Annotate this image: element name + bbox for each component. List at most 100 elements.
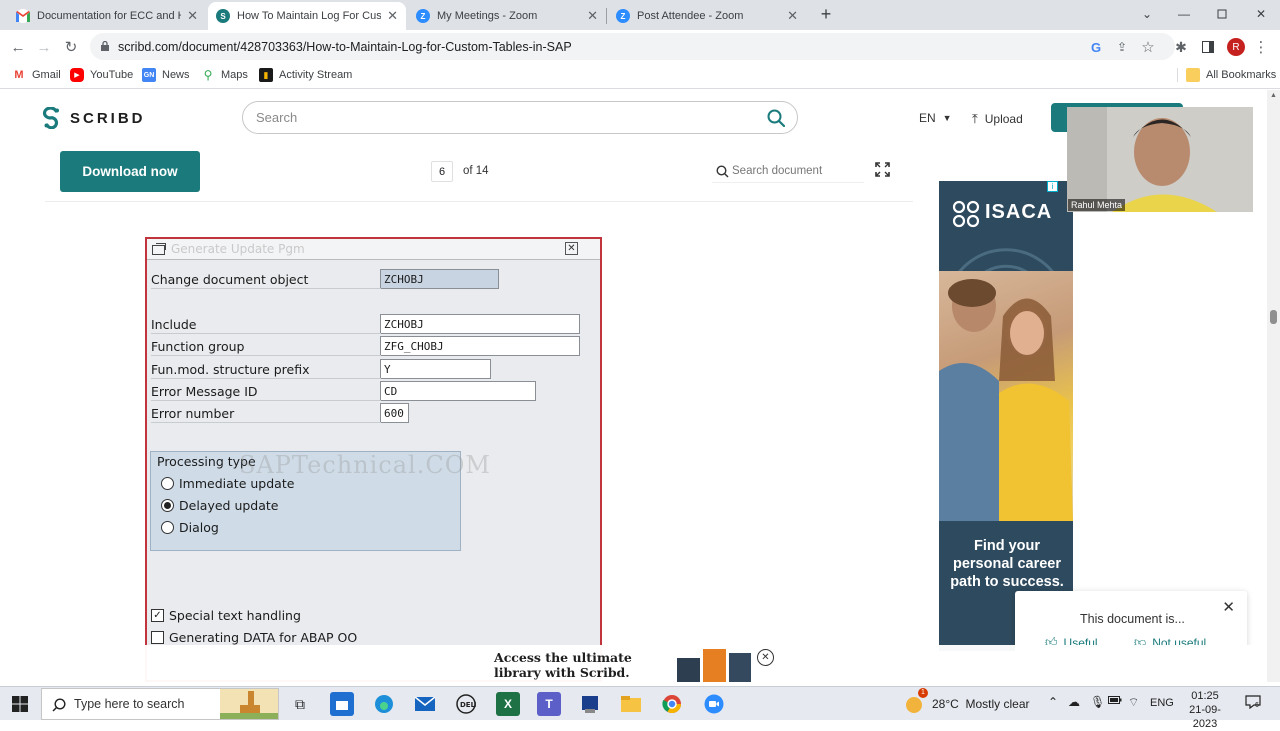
tab-search-chevron-icon[interactable]: ⌄ (1128, 0, 1166, 28)
clock[interactable]: 01:25 21-09-2023 (1180, 689, 1230, 731)
mail-icon[interactable] (413, 692, 437, 716)
radio-unselected-icon (161, 477, 174, 490)
field-label: Fun.mod. structure prefix (151, 362, 310, 377)
field-label: Error Message ID (151, 384, 258, 399)
close-banner-icon[interactable]: ✕ (757, 649, 774, 666)
clock-date: 21-09-2023 (1189, 704, 1221, 730)
more-menu-icon[interactable]: ⋮ (1250, 36, 1272, 58)
bookmark-news[interactable]: GN News (142, 68, 190, 82)
page-scrollbar[interactable]: ▲ (1267, 90, 1280, 682)
url-bar[interactable]: scribd.com/document/428703363/How-to-Mai… (90, 33, 1175, 60)
isaca-logo-icon (952, 200, 980, 228)
upload-link[interactable]: ⤒ Upload (972, 111, 1023, 127)
back-arrow-icon[interactable]: ← (7, 36, 29, 58)
search-document-input[interactable]: Search document (712, 160, 864, 183)
checkbox-label: Special text handling (169, 608, 301, 623)
download-now-button[interactable]: Download now (60, 151, 200, 192)
taskbar-search-input[interactable]: Type here to search (41, 688, 279, 720)
notification-count: 6 (1255, 702, 1259, 709)
file-explorer-icon[interactable] (619, 692, 643, 716)
sap-logon-icon[interactable] (578, 692, 602, 716)
adchoices-icon[interactable]: i (1047, 181, 1058, 192)
scrollbar-thumb[interactable] (1270, 310, 1277, 324)
bookmark-maps[interactable]: ⚲ Maps (201, 68, 248, 82)
field-value: ZFG_CHOBJ (380, 336, 580, 356)
close-window-icon[interactable]: ✕ (1242, 0, 1280, 28)
close-tab-icon[interactable]: ✕ (187, 8, 198, 24)
share-icon[interactable]: ⇪ (1111, 36, 1133, 58)
page-number-input[interactable]: 6 (431, 161, 453, 182)
feedback-question: This document is... (1080, 612, 1185, 626)
banner-book-covers (677, 649, 751, 682)
profile-avatar[interactable]: R (1225, 36, 1247, 58)
taskbar-search-placeholder: Type here to search (74, 697, 185, 711)
toolbar-divider (45, 201, 913, 202)
minimize-icon[interactable]: — (1165, 0, 1203, 28)
field-underline (151, 333, 381, 334)
task-view-icon[interactable]: ⧉ (288, 692, 312, 716)
field-value: ZCHOBJ (380, 269, 499, 289)
maximize-icon[interactable] (1203, 0, 1241, 28)
language-selector[interactable]: EN ▼ (919, 111, 952, 125)
logo-text: SCRIBD (70, 109, 146, 127)
sap-field-include: Include ZCHOBJ (151, 314, 591, 334)
sap-field-change-document-object: Change document object ZCHOBJ (151, 269, 591, 289)
bookmark-activity-stream[interactable]: ▮ Activity Stream (259, 68, 352, 82)
forward-arrow-icon[interactable]: → (33, 36, 55, 58)
field-label: Change document object (151, 272, 309, 287)
field-value: ZCHOBJ (380, 314, 580, 334)
scroll-up-icon[interactable]: ▲ (1270, 92, 1277, 99)
new-tab-plus-icon[interactable]: + (807, 0, 845, 28)
tab-separator (606, 8, 607, 24)
close-tab-icon[interactable]: ✕ (787, 8, 798, 24)
bookmark-youtube[interactable]: ▶ YouTube (70, 68, 133, 82)
tab-gmail-docs[interactable]: Documentation for ECC and HAN ✕ (8, 2, 206, 30)
news-icon: GN (142, 68, 156, 82)
search-input[interactable]: Search (242, 101, 798, 134)
scribd-promo-banner[interactable]: Access the ultimate library with Scribd.… (0, 645, 1267, 682)
scribd-icon: S (216, 9, 230, 23)
field-label: Function group (151, 339, 245, 354)
tab-zoom-meetings[interactable]: Z My Meetings - Zoom ✕ (408, 2, 606, 30)
scribd-logo[interactable]: SCRIBD (42, 107, 146, 129)
show-hidden-icons-chevron-icon[interactable]: ⌃ (1048, 695, 1058, 709)
edge-browser-icon[interactable] (372, 692, 396, 716)
bookmark-gmail[interactable]: M Gmail (12, 68, 61, 82)
clock-time: 01:25 (1191, 690, 1219, 702)
svg-text:DELL: DELL (460, 701, 476, 709)
weather-text: 28°C Mostly clear (932, 697, 1030, 711)
field-label: Include (151, 317, 197, 332)
zoom-video-tile[interactable]: Rahul Mehta (1067, 107, 1253, 212)
excel-icon[interactable]: X (496, 692, 520, 716)
windows-start-icon[interactable] (8, 692, 32, 716)
search-icon[interactable] (767, 109, 785, 127)
isaca-advertisement[interactable]: ISACA Find your personal career path to … (939, 181, 1073, 651)
bookmark-label: Maps (221, 69, 248, 81)
google-lens-icon[interactable]: G (1085, 36, 1107, 58)
close-icon[interactable]: ✕ (1222, 598, 1235, 616)
fullscreen-icon[interactable] (875, 162, 890, 177)
input-language[interactable]: ENG (1150, 697, 1174, 709)
notification-center[interactable]: 6 (1245, 695, 1261, 712)
all-bookmarks[interactable]: All Bookmarks (1177, 68, 1276, 82)
battery-icon[interactable] (1108, 695, 1122, 708)
dell-icon[interactable]: DELL (454, 692, 478, 716)
tab-zoom-attendee[interactable]: Z Post Attendee - Zoom ✕ (608, 2, 806, 30)
watermark-text: SAPTechnical.COM (239, 451, 491, 479)
teams-icon[interactable]: T (537, 692, 561, 716)
zoom-app-icon[interactable] (702, 692, 726, 716)
browser-toolbar: ← → ↻ scribd.com/document/428703363/How-… (0, 30, 1280, 63)
side-panel-icon[interactable] (1197, 36, 1219, 58)
chrome-icon[interactable] (660, 692, 684, 716)
wifi-icon[interactable]: ⌔ (1128, 695, 1139, 710)
close-tab-icon[interactable]: ✕ (387, 8, 398, 24)
tab-scribd-doc[interactable]: S How To Maintain Log For Custom ✕ (208, 2, 406, 30)
extensions-puzzle-icon[interactable]: ✱ (1170, 36, 1192, 58)
onedrive-cloud-icon[interactable]: ☁ (1068, 695, 1080, 709)
reload-icon[interactable]: ↻ (60, 36, 82, 58)
microphone-icon[interactable]: 🎙︎ (1090, 695, 1105, 709)
close-tab-icon[interactable]: ✕ (587, 8, 598, 24)
bookmark-star-icon[interactable]: ☆ (1137, 36, 1159, 58)
microsoft-store-icon[interactable] (330, 692, 354, 716)
radio-dialog: Dialog (161, 520, 219, 535)
